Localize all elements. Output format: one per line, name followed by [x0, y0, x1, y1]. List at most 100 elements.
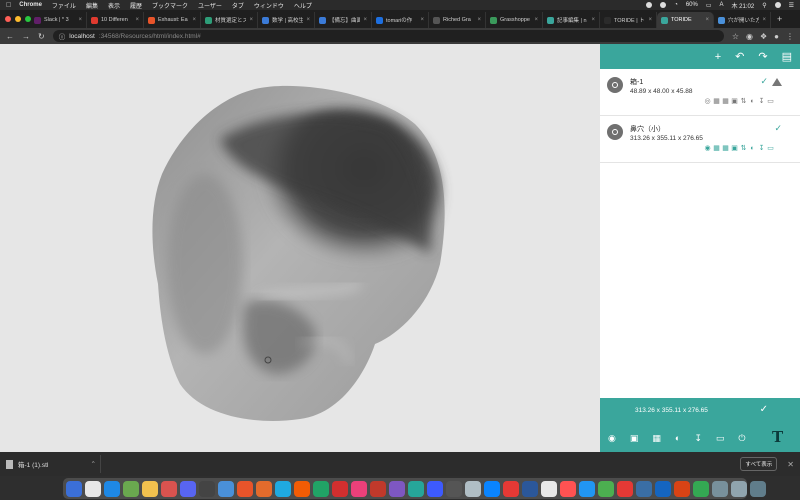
menu-tab[interactable]: タブ	[232, 1, 244, 10]
frame-icon[interactable]: ▣	[731, 98, 738, 105]
menu-edit[interactable]: 編集	[86, 1, 98, 10]
confirm-check-icon[interactable]: ✓	[760, 404, 768, 415]
dock-app-icon[interactable]	[161, 480, 177, 497]
texture-icon[interactable]: ▦	[713, 145, 720, 152]
select-radio[interactable]	[607, 124, 623, 140]
visibility-icon[interactable]: ◉	[608, 433, 616, 444]
dock-app-icon[interactable]	[370, 480, 386, 497]
contrast-icon[interactable]: ◐	[675, 433, 680, 444]
close-icon[interactable]: ✕	[787, 460, 794, 469]
profile-icon[interactable]: ●	[774, 32, 779, 41]
close-tab-icon[interactable]: ×	[420, 17, 424, 23]
browser-tab[interactable]: TORIDE | トリ×	[600, 12, 657, 28]
texture-icon[interactable]: ▦	[713, 98, 720, 105]
menu-clock[interactable]: 木 21:02	[732, 1, 755, 10]
browser-tab[interactable]: Riched Gra ×	[429, 12, 486, 28]
close-tab-icon[interactable]: ×	[534, 17, 538, 23]
dock-app-icon[interactable]	[617, 480, 633, 497]
dock-app-icon[interactable]	[465, 480, 481, 497]
browser-tab[interactable]: 【備忘】曲面 ×	[315, 12, 372, 28]
download-item[interactable]: 箱-1 (1).stl ⌃	[6, 455, 101, 473]
dock-app-icon[interactable]	[275, 480, 291, 497]
undo-icon[interactable]: ↶	[735, 50, 744, 63]
dock-app-icon[interactable]	[313, 480, 329, 497]
dock-app-icon[interactable]	[522, 480, 538, 497]
visibility-off-icon[interactable]: ◎	[704, 98, 711, 105]
bookmark-star-icon[interactable]: ☆	[732, 32, 739, 41]
menu-user[interactable]: ユーザー	[198, 1, 222, 10]
browser-tab[interactable]: 穴が開いた方 ×	[714, 12, 771, 28]
close-tab-icon[interactable]: ×	[648, 17, 652, 23]
close-tab-icon[interactable]: ×	[363, 17, 367, 23]
dock-app-icon[interactable]	[104, 480, 120, 497]
dock-app-icon[interactable]	[541, 480, 557, 497]
browser-tab[interactable]: TORIDE ×	[657, 12, 714, 28]
dock-app-icon[interactable]	[503, 480, 519, 497]
download-icon[interactable]: ↧	[694, 433, 702, 444]
dock-app-icon[interactable]	[351, 480, 367, 497]
grid-icon[interactable]: ▦	[722, 98, 729, 105]
dock-app-icon[interactable]	[731, 480, 747, 497]
split-icon[interactable]: ⇅	[740, 98, 747, 105]
dock-app-icon[interactable]	[408, 480, 424, 497]
list-item[interactable]: 鼻穴（小） 313.26 x 355.11 x 276.65 ✓ ◉ ▦ ▦ ▣…	[600, 116, 800, 163]
3d-model-render[interactable]	[0, 44, 600, 452]
dock-app-icon[interactable]	[85, 480, 101, 497]
browser-tab[interactable]: Exhaust: Ea ×	[144, 12, 201, 28]
avatar[interactable]	[774, 2, 781, 8]
dock-app-icon[interactable]	[598, 480, 614, 497]
browser-tab[interactable]: 数学 | 高校生 ×	[258, 12, 315, 28]
close-tab-icon[interactable]: ×	[705, 17, 709, 23]
dock-app-icon[interactable]	[66, 480, 82, 497]
dock-app-icon[interactable]	[636, 480, 652, 497]
menu-list-icon[interactable]: ☰	[789, 2, 794, 9]
close-window-button[interactable]	[5, 16, 11, 22]
camera-icon[interactable]: ▣	[630, 433, 639, 444]
grid-icon[interactable]: ▦	[722, 145, 729, 152]
dock-app-icon[interactable]	[750, 480, 766, 497]
dock-app-icon[interactable]	[332, 480, 348, 497]
menu-bookmarks[interactable]: ブックマーク	[152, 1, 188, 10]
contrast-icon[interactable]: ◐	[749, 145, 756, 152]
browser-tab[interactable]: 材質選定とス ×	[201, 12, 258, 28]
collapse-panel-icon[interactable]: ▤	[782, 50, 792, 63]
3d-viewport[interactable]	[0, 44, 600, 452]
close-tab-icon[interactable]: ×	[477, 17, 481, 23]
split-icon[interactable]: ⇅	[740, 145, 747, 152]
download-icon[interactable]: ↧	[758, 145, 765, 152]
menu-history[interactable]: 履歴	[130, 1, 142, 10]
dock-app-icon[interactable]	[693, 480, 709, 497]
redo-icon[interactable]: ↷	[758, 50, 767, 63]
reload-icon[interactable]: ↻	[38, 32, 45, 41]
frame-icon[interactable]: ▣	[731, 145, 738, 152]
status-icon[interactable]	[646, 2, 653, 8]
browser-tab[interactable]: tomariの作 ×	[372, 12, 429, 28]
download-icon[interactable]: ↧	[758, 98, 765, 105]
close-tab-icon[interactable]: ×	[78, 17, 82, 23]
battery-percent[interactable]: 60%	[686, 2, 698, 8]
url-field[interactable]: ⓘ localhost:34568/Resources/html/index.h…	[52, 30, 724, 42]
puzzle-icon[interactable]: ❖	[760, 32, 767, 41]
browser-tab[interactable]: Grasshoppe ×	[486, 12, 543, 28]
battery-icon[interactable]: ▭	[706, 2, 712, 9]
dock-app-icon[interactable]	[218, 480, 234, 497]
extension-icon[interactable]: ◉	[746, 32, 753, 41]
dock-app-icon[interactable]	[712, 480, 728, 497]
browser-tab[interactable]: Slack | * 3 ×	[30, 12, 87, 28]
select-radio[interactable]	[607, 77, 623, 93]
menu-file[interactable]: ファイル	[52, 1, 76, 10]
delete-icon[interactable]: ▭	[716, 433, 725, 444]
browser-tab[interactable]: 10 Differen ×	[87, 12, 144, 28]
dock-app-icon[interactable]	[389, 480, 405, 497]
dock-app-icon[interactable]	[427, 480, 443, 497]
menu-window[interactable]: ウィンドウ	[254, 1, 284, 10]
minimize-window-button[interactable]	[15, 16, 21, 22]
visibility-icon[interactable]: ◉	[704, 145, 711, 152]
menu-help[interactable]: ヘルプ	[294, 1, 312, 10]
status-icon[interactable]	[660, 2, 667, 8]
dock-app-icon[interactable]	[560, 480, 576, 497]
close-tab-icon[interactable]: ×	[306, 17, 310, 23]
menu-view[interactable]: 表示	[108, 1, 120, 10]
dock-app-icon[interactable]	[199, 480, 215, 497]
show-all-button[interactable]: すべて表示	[740, 457, 778, 471]
